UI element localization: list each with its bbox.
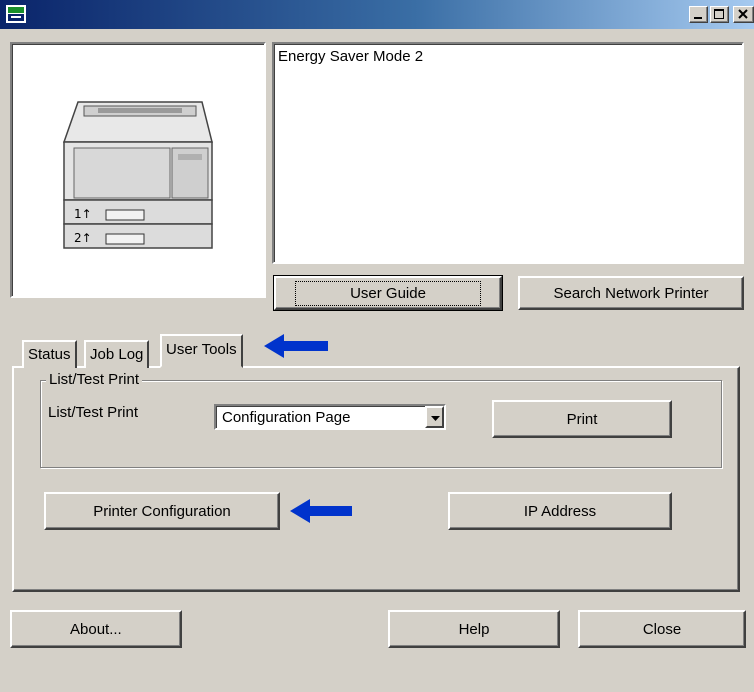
left-arrow-icon [290, 499, 352, 523]
status-message: Energy Saver Mode 2 [278, 48, 424, 65]
close-label: Close [642, 620, 682, 638]
app-icon [6, 5, 26, 23]
tab-status-label: Status [28, 346, 71, 363]
list-test-print-label: List/Test Print [48, 404, 139, 421]
status-message-panel: Energy Saver Mode 2 [272, 42, 744, 264]
close-window-button[interactable] [733, 6, 754, 23]
tab-job-log-label: Job Log [90, 346, 144, 363]
about-button[interactable]: About... [10, 610, 182, 648]
list-test-print-select-value: Configuration Page [222, 409, 351, 426]
dropdown-button[interactable] [425, 406, 444, 428]
printer-configuration-label: Printer Configuration [93, 502, 231, 520]
left-arrow-icon [264, 334, 328, 358]
tab-status[interactable]: Status [22, 340, 77, 368]
tab-user-tools-label: User Tools [166, 341, 237, 358]
close-button[interactable]: Close [578, 610, 746, 648]
ip-address-label: IP Address [523, 502, 597, 520]
user-guide-label: User Guide [295, 280, 481, 306]
tray-1-label: 1↑ [74, 207, 92, 221]
search-network-printer-label: Search Network Printer [553, 284, 709, 302]
about-label: About... [70, 620, 122, 638]
tab-job-log[interactable]: Job Log [84, 340, 150, 368]
help-button[interactable]: Help [388, 610, 560, 648]
list-test-print-select[interactable]: Configuration Page [214, 404, 446, 430]
user-guide-button[interactable]: User Guide [273, 275, 503, 311]
printer-image-panel: 1↑ 2↑ [10, 42, 266, 298]
ip-address-button[interactable]: IP Address [448, 492, 672, 530]
help-label: Help [458, 620, 490, 638]
print-button[interactable]: Print [492, 400, 672, 438]
chevron-down-icon [431, 416, 440, 421]
printer-utility-window: 1↑ 2↑ Energy Saver Mode 2 User Guide Sea… [0, 0, 754, 692]
search-network-printer-button[interactable]: Search Network Printer [518, 276, 744, 310]
minimize-button[interactable] [689, 6, 708, 23]
maximize-button[interactable] [710, 6, 729, 23]
tab-user-tools[interactable]: User Tools [160, 334, 243, 368]
title-bar[interactable] [0, 0, 754, 29]
printer-illustration: 1↑ 2↑ [62, 101, 213, 249]
printer-configuration-button[interactable]: Printer Configuration [44, 492, 280, 530]
tray-2-label: 2↑ [74, 231, 92, 245]
print-button-label: Print [566, 410, 598, 428]
list-test-print-group-title: List/Test Print [46, 372, 143, 388]
